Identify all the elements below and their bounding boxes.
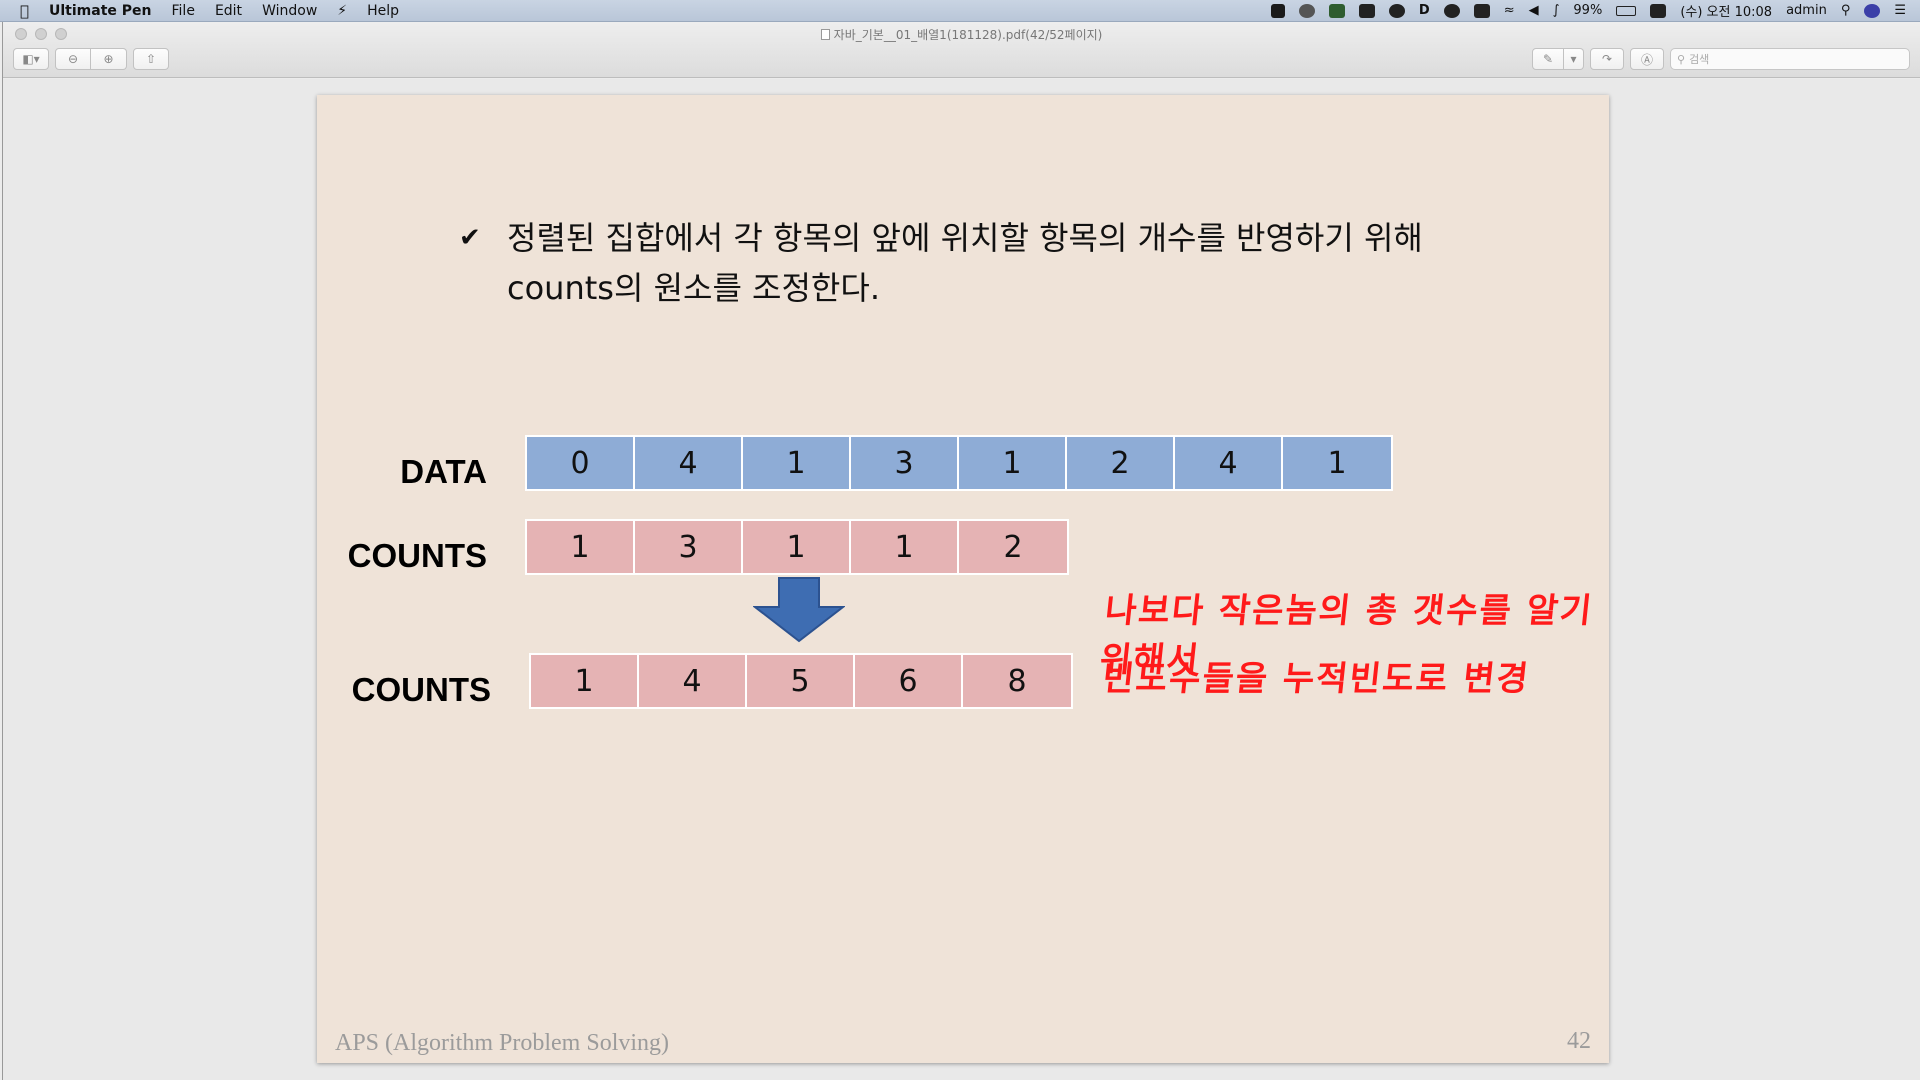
app-menu[interactable]: Ultimate Pen (49, 3, 151, 19)
battery-icon[interactable] (1616, 5, 1637, 16)
page-number: 42 (1567, 1028, 1591, 1054)
counts-cell: 1 (527, 521, 635, 573)
bullet-line-1: 정렬된 집합에서 각 항목의 앞에 위치할 항목의 개수를 반영하기 위해 (507, 219, 1423, 257)
menubar:  Ultimate Pen File Edit Window ⚡ Help D… (0, 0, 1920, 22)
data-cell: 3 (851, 437, 959, 489)
toolbar: ◧▾ ⊖ ⊕ ⇧ ✎ ▾ ↷ Ⓐ ⚲ 검색 (13, 46, 1910, 72)
data-cell: 2 (1067, 437, 1175, 489)
zoom-out-button[interactable]: ⊖ (55, 48, 91, 70)
battery-label[interactable]: 99% (1573, 3, 1602, 18)
counts-cell: 1 (851, 521, 959, 573)
window-title-text: 자바_기본__01_배열1(181128).pdf(42/52페이지) (833, 28, 1103, 42)
handwritten-note-line-2: 빈도수들을 누적빈도로 변경 (1100, 659, 1532, 699)
checkmark-icon: ✔ (459, 223, 481, 253)
dropbox-icon[interactable] (1270, 3, 1285, 18)
chat-icon[interactable] (1388, 3, 1405, 18)
app-tray-icon[interactable] (1358, 3, 1375, 18)
clock[interactable]: (수) 오전 10:08 (1680, 1, 1772, 20)
annotate-button[interactable]: Ⓐ (1630, 48, 1664, 70)
data-cell: 4 (1175, 437, 1283, 489)
counts-label: COUNTS (347, 537, 487, 574)
pdf-window: 자바_기본__01_배열1(181128).pdf(42/52페이지) ◧▾ ⊖… (2, 22, 1920, 1080)
d-icon[interactable]: D (1419, 3, 1430, 18)
bullet-line-2: counts의 원소를 조정한다. (507, 269, 880, 307)
input-source-icon[interactable] (1650, 3, 1667, 18)
markup-dropdown-button[interactable]: ▾ (1564, 48, 1584, 70)
down-arrow-icon (753, 577, 845, 643)
siri-icon[interactable] (1864, 3, 1881, 18)
markup-pen-button[interactable]: ✎ (1532, 48, 1564, 70)
search-icon: ⚲ (1677, 52, 1686, 66)
rotate-button[interactable]: ↷ (1590, 48, 1624, 70)
counts-cumulative-label: COUNTS (351, 671, 491, 708)
counts-cumulative-cell: 6 (855, 655, 963, 707)
data-cell: 1 (1283, 437, 1391, 489)
counts-cell: 3 (635, 521, 743, 573)
zoom-in-button[interactable]: ⊕ (91, 48, 127, 70)
spotlight-icon[interactable]: ⚲ (1841, 3, 1851, 18)
share-button[interactable]: ⇧ (133, 48, 169, 70)
counts-cell: 1 (743, 521, 851, 573)
screen-icon[interactable] (1473, 3, 1490, 18)
bluetooth-icon[interactable]: ∫ (1553, 3, 1560, 18)
apple-menu-icon[interactable]:  (20, 2, 29, 20)
menu-file[interactable]: File (172, 3, 195, 19)
data-label: DATA (400, 453, 487, 490)
counts-cumulative-cell: 8 (963, 655, 1071, 707)
counts-cumulative-cell: 4 (639, 655, 747, 707)
pdf-page: ✔ 정렬된 집합에서 각 항목의 앞에 위치할 항목의 개수를 반영하기 위해 … (317, 95, 1609, 1063)
data-cell: 4 (635, 437, 743, 489)
search-placeholder: 검색 (1689, 53, 1710, 66)
menu-edit[interactable]: Edit (215, 3, 242, 19)
menu-window[interactable]: Window (262, 3, 317, 19)
ms-icon[interactable] (1328, 3, 1345, 18)
data-cell: 1 (743, 437, 851, 489)
counts-cumulative-array: 1 4 5 6 8 (529, 653, 1073, 709)
counts-cumulative-cell: 1 (531, 655, 639, 707)
line-icon[interactable] (1298, 3, 1315, 18)
titlebar: 자바_기본__01_배열1(181128).pdf(42/52페이지) ◧▾ ⊖… (3, 22, 1920, 78)
data-cell: 0 (527, 437, 635, 489)
counts-array: 1 3 1 1 2 (525, 519, 1069, 575)
bullet-text: ✔ 정렬된 집합에서 각 항목의 앞에 위치할 항목의 개수를 반영하기 위해 … (459, 213, 1559, 313)
wifi-icon[interactable]: ≈ (1504, 3, 1515, 18)
user-name[interactable]: admin (1786, 3, 1827, 18)
counts-cell: 2 (959, 521, 1067, 573)
script-menu-icon[interactable]: ⚡ (337, 3, 347, 19)
pdf-doc-icon (820, 29, 830, 40)
search-input[interactable]: ⚲ 검색 (1670, 48, 1910, 70)
sidebar-toggle-button[interactable]: ◧▾ (13, 48, 49, 70)
counts-cumulative-cell: 5 (747, 655, 855, 707)
data-cell: 1 (959, 437, 1067, 489)
data-array: 0 4 1 3 1 2 4 1 (525, 435, 1393, 491)
volume-icon[interactable]: ◀ (1529, 3, 1539, 18)
notification-center-icon[interactable]: ☰ (1894, 3, 1906, 18)
document-view[interactable]: ✔ 정렬된 집합에서 각 항목의 앞에 위치할 항목의 개수를 반영하기 위해 … (3, 79, 1920, 1080)
window-title: 자바_기본__01_배열1(181128).pdf(42/52페이지) (3, 26, 1920, 43)
cloud-icon[interactable] (1443, 3, 1460, 18)
slide-footer: APS (Algorithm Problem Solving) (335, 1030, 670, 1056)
menu-help[interactable]: Help (367, 3, 399, 19)
